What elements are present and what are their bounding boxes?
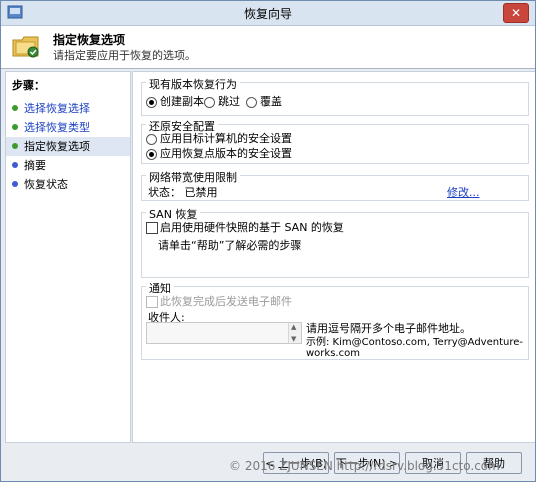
close-button[interactable]: ✕	[503, 3, 529, 23]
step-label: 指定恢复选项	[24, 140, 90, 153]
radio-label: 创建副本	[160, 95, 204, 108]
step-select-recovery[interactable]: 选择恢复选择	[6, 99, 130, 118]
modify-bandwidth-link[interactable]: 修改...	[447, 184, 480, 200]
step-recovery-type[interactable]: 选择恢复类型	[6, 118, 130, 137]
security-group: 还原安全配置 应用目标计算机的安全设置 应用恢复点版本的安全设置	[141, 118, 529, 164]
existing-version-group: 现有版本恢复行为 创建副本 跳过 覆盖	[141, 76, 529, 116]
step-pending-icon	[12, 162, 18, 168]
radio-target-security[interactable]: 应用目标计算机的安全设置	[146, 132, 292, 146]
san-checkbox[interactable]: 启用使用硬件快照的基于 SAN 的恢复	[146, 221, 344, 235]
wizard-header: 指定恢复选项 请指定要应用于恢复的选项。	[1, 26, 535, 69]
checkbox-box	[146, 222, 158, 234]
notification-group: 通知 此恢复完成后发送电子邮件 收件人: ▲ ▼ 请用逗号隔开多个电子邮件地址。…	[141, 280, 529, 360]
radio-label: 覆盖	[260, 95, 282, 108]
radio-icon	[146, 134, 157, 145]
restore-folder-icon	[12, 36, 39, 58]
checkbox-box	[146, 296, 158, 308]
existing-version-label: 现有版本恢复行为	[146, 76, 240, 92]
san-label: SAN 恢复	[146, 206, 201, 222]
step-recovery-options[interactable]: 指定恢复选项	[6, 137, 130, 156]
radio-selected-icon	[146, 97, 157, 108]
radio-label: 应用目标计算机的安全设置	[160, 132, 292, 145]
steps-title: 步骤：	[12, 79, 45, 92]
step-summary: 摘要	[6, 156, 130, 175]
email-notify-checkbox[interactable]: 此恢复完成后发送电子邮件	[146, 295, 292, 309]
step-recovery-status: 恢复状态	[6, 175, 130, 194]
radio-icon	[246, 97, 257, 108]
bandwidth-label: 网络带宽使用限制	[146, 169, 240, 185]
san-help-text: 请单击“帮助”了解必需的步骤	[158, 239, 302, 252]
recipients-input[interactable]: ▲ ▼	[146, 322, 302, 344]
bandwidth-group: 网络带宽使用限制 状态： 已禁用 修改...	[141, 169, 529, 201]
window-title: 恢复向导	[243, 7, 292, 21]
page-title: 指定恢复选项	[53, 33, 126, 47]
recipients-example: 示例: Kim@Contoso.com, Terry@Adventure-wor…	[306, 337, 524, 359]
scroll-up-icon[interactable]: ▲	[291, 323, 296, 331]
radio-recovery-point-security[interactable]: 应用恢复点版本的安全设置	[146, 147, 292, 161]
steps-panel: 步骤： 选择恢复选择 选择恢复类型 指定恢复选项 摘要 恢复状态	[5, 71, 131, 443]
radio-label: 跳过	[218, 95, 240, 108]
recovery-wizard-window: 恢复向导 ✕ 指定恢复选项 请指定要应用于恢复的选项。 步骤： 选择恢复选择 选…	[0, 0, 536, 482]
step-done-icon	[12, 124, 18, 130]
radio-label: 应用恢复点版本的安全设置	[160, 147, 292, 160]
radio-selected-icon	[146, 149, 157, 160]
step-label: 摘要	[24, 159, 46, 172]
checkbox-label: 此恢复完成后发送电子邮件	[160, 295, 292, 308]
step-label: 选择恢复类型	[24, 121, 90, 134]
title-bar: 恢复向导 ✕	[1, 1, 535, 26]
recipients-scrollbar[interactable]: ▲ ▼	[288, 323, 301, 343]
watermark: © 2016 ZJUNSEN http://rdsrv.blog.51cto.c…	[229, 459, 500, 473]
scroll-down-icon[interactable]: ▼	[291, 335, 296, 343]
step-current-icon	[12, 143, 18, 149]
radio-create-copy[interactable]: 创建副本	[146, 95, 204, 109]
radio-overwrite[interactable]: 覆盖	[246, 95, 282, 109]
options-panel: 现有版本恢复行为 创建副本 跳过 覆盖 还原安全配置 应用目标计算机的安全设置	[132, 71, 535, 443]
checkbox-label: 启用使用硬件快照的基于 SAN 的恢复	[160, 221, 344, 234]
step-pending-icon	[12, 181, 18, 187]
notification-label: 通知	[146, 280, 174, 296]
page-description: 请指定要应用于恢复的选项。	[53, 49, 196, 62]
step-label: 恢复状态	[24, 178, 68, 191]
step-done-icon	[12, 105, 18, 111]
radio-skip[interactable]: 跳过	[204, 95, 240, 109]
radio-icon	[204, 97, 215, 108]
san-group: SAN 恢复 启用使用硬件快照的基于 SAN 的恢复 请单击“帮助”了解必需的步…	[141, 206, 529, 278]
step-label: 选择恢复选择	[24, 102, 90, 115]
bandwidth-status: 状态： 已禁用	[148, 186, 218, 199]
